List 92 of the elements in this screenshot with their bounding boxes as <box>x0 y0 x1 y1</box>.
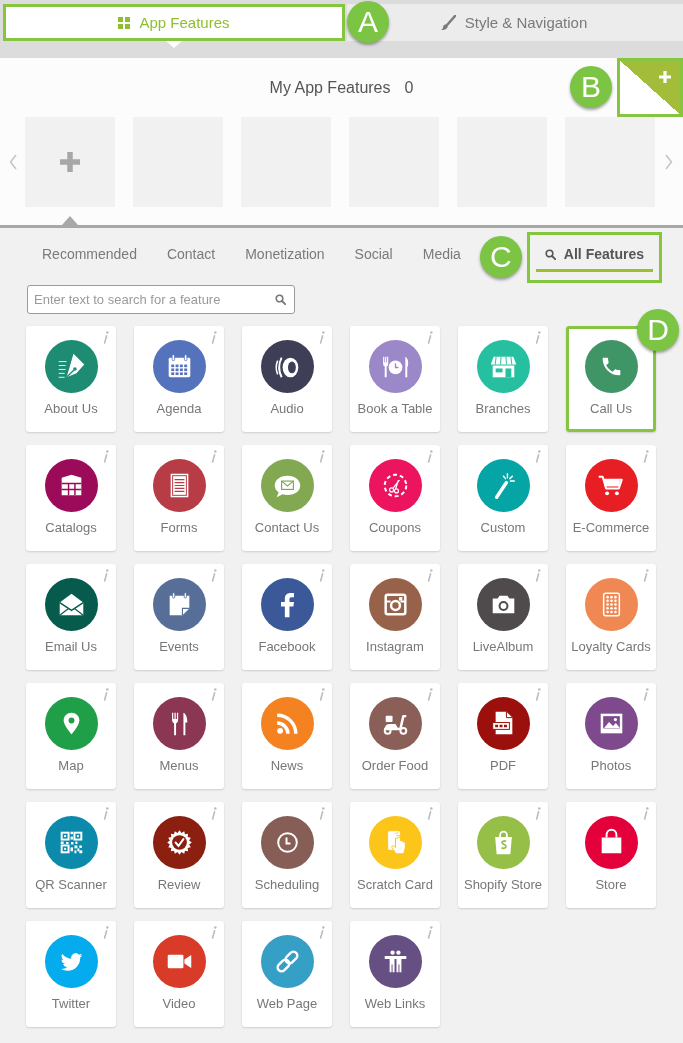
section-title: My App Features <box>269 78 391 97</box>
info-icon[interactable] <box>426 331 433 344</box>
info-icon[interactable] <box>426 926 433 939</box>
feature-tile[interactable]: Review <box>134 802 224 908</box>
feature-tile[interactable]: Book a Table <box>350 326 440 432</box>
info-icon[interactable] <box>318 807 325 820</box>
feature-count: 0 <box>404 78 414 97</box>
feature-tile[interactable]: Contact Us <box>242 445 332 551</box>
feature-tile[interactable]: Agenda <box>134 326 224 432</box>
info-icon[interactable] <box>318 688 325 701</box>
info-icon[interactable] <box>534 331 541 344</box>
tab-pointer <box>166 41 182 48</box>
feature-tile[interactable]: Branches <box>458 326 548 432</box>
info-icon[interactable] <box>210 926 217 939</box>
info-icon[interactable] <box>642 569 649 582</box>
feature-tile[interactable]: Web Page <box>242 921 332 1027</box>
plus-icon <box>60 152 80 172</box>
feature-tile[interactable]: Shopify Store <box>458 802 548 908</box>
info-icon[interactable] <box>534 688 541 701</box>
info-icon[interactable] <box>210 688 217 701</box>
feature-slot[interactable] <box>25 117 115 207</box>
category-tab[interactable]: Media <box>407 232 476 283</box>
feature-tile[interactable]: Video <box>134 921 224 1027</box>
info-icon[interactable] <box>426 450 433 463</box>
feature-tile[interactable]: Instagram <box>350 564 440 670</box>
feature-tile[interactable]: Loyalty Cards <box>566 564 656 670</box>
info-icon[interactable] <box>210 569 217 582</box>
feature-tile[interactable]: Email Us <box>26 564 116 670</box>
category-tab[interactable]: Social <box>339 232 408 283</box>
slot-pointer <box>62 216 78 225</box>
info-icon[interactable] <box>534 450 541 463</box>
callout-marker: C <box>479 236 522 278</box>
feature-tile[interactable]: Map <box>26 683 116 789</box>
grid-icon <box>118 16 131 29</box>
feature-tile[interactable]: Menus <box>134 683 224 789</box>
paintbrush-icon <box>439 14 456 31</box>
info-icon[interactable] <box>426 807 433 820</box>
feature-slot[interactable] <box>565 117 655 207</box>
chevron-left-icon[interactable] <box>8 154 17 170</box>
feature-tile[interactable]: Facebook <box>242 564 332 670</box>
feature-tile[interactable]: Twitter <box>26 921 116 1027</box>
feature-tile[interactable]: Photos <box>566 683 656 789</box>
feature-tile[interactable]: Order Food <box>350 683 440 789</box>
feature-tile[interactable]: Events <box>134 564 224 670</box>
info-icon[interactable] <box>318 331 325 344</box>
info-icon[interactable] <box>426 569 433 582</box>
search-icon <box>275 294 286 305</box>
plus-icon <box>658 70 672 84</box>
feature-tile[interactable]: Forms <box>134 445 224 551</box>
info-icon[interactable] <box>102 450 109 463</box>
callout-marker: A <box>347 1 389 43</box>
info-icon[interactable] <box>102 331 109 344</box>
add-corner-button[interactable] <box>617 58 683 117</box>
info-icon[interactable] <box>642 807 649 820</box>
info-icon[interactable] <box>102 688 109 701</box>
info-icon[interactable] <box>210 807 217 820</box>
feature-tile[interactable]: News <box>242 683 332 789</box>
info-icon[interactable] <box>102 569 109 582</box>
chevron-right-icon[interactable] <box>665 154 673 170</box>
info-icon[interactable] <box>534 569 541 582</box>
callout-marker: B <box>570 66 612 108</box>
feature-tile[interactable]: Scheduling <box>242 802 332 908</box>
info-icon[interactable] <box>318 926 325 939</box>
category-tab[interactable]: Recommended <box>27 232 152 283</box>
feature-tile[interactable]: Custom <box>458 445 548 551</box>
category-tab[interactable]: Monetization <box>230 232 340 283</box>
callout-marker: D <box>637 309 679 351</box>
category-tab[interactable]: Contact <box>151 232 231 283</box>
info-icon[interactable] <box>642 450 649 463</box>
feature-tile[interactable]: Store <box>566 802 656 908</box>
feature-tile[interactable]: PDF <box>458 683 548 789</box>
feature-tile[interactable]: Scratch Card <box>350 802 440 908</box>
info-icon[interactable] <box>426 688 433 701</box>
feature-tile[interactable]: Coupons <box>350 445 440 551</box>
info-icon[interactable] <box>318 569 325 582</box>
info-icon[interactable] <box>534 807 541 820</box>
info-icon[interactable] <box>102 807 109 820</box>
search-field[interactable]: Enter text to search for a feature <box>27 285 295 314</box>
info-icon[interactable] <box>318 450 325 463</box>
info-icon[interactable] <box>210 450 217 463</box>
feature-tile[interactable]: Audio <box>242 326 332 432</box>
feature-tile[interactable]: E-Commerce <box>566 445 656 551</box>
info-icon[interactable] <box>210 331 217 344</box>
category-tab[interactable]: All Features <box>526 232 662 283</box>
search-icon <box>544 248 556 260</box>
feature-tile[interactable]: LiveAlbum <box>458 564 548 670</box>
feature-tile[interactable]: Web Links <box>350 921 440 1027</box>
feature-tile[interactable]: About Us <box>26 326 116 432</box>
feature-tile[interactable]: QR Scanner <box>26 802 116 908</box>
info-icon[interactable] <box>642 688 649 701</box>
feature-tile[interactable]: Catalogs <box>26 445 116 551</box>
info-icon[interactable] <box>102 926 109 939</box>
